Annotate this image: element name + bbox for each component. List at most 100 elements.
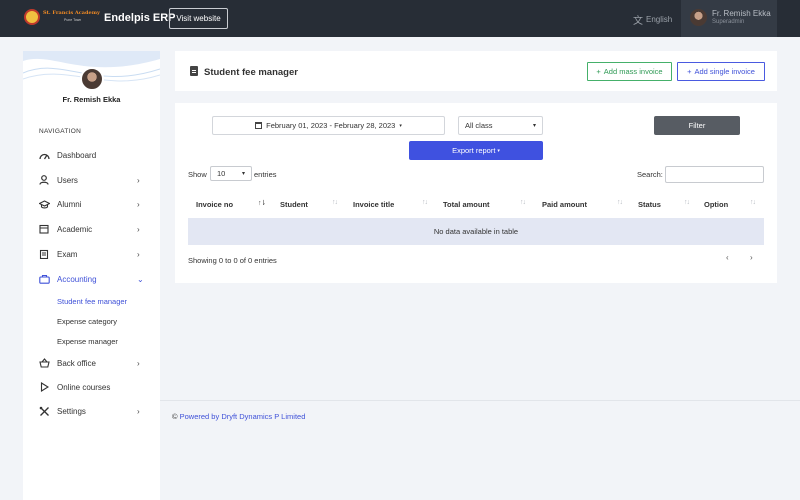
column-header-invoice-title[interactable]: Invoice title bbox=[353, 200, 394, 209]
sidebar-item-dashboard[interactable]: Dashboard bbox=[23, 145, 160, 165]
class-select[interactable]: All class ▾ bbox=[458, 116, 543, 135]
filter-button[interactable]: Filter bbox=[654, 116, 740, 135]
chevron-right-icon: › bbox=[137, 406, 140, 416]
sidebar-item-label: Academic bbox=[57, 224, 93, 234]
top-navbar: St. Francis Academy Pune Town Endelpis E… bbox=[0, 0, 800, 37]
column-header-invoice-no[interactable]: Invoice no bbox=[196, 200, 233, 209]
sort-icon[interactable]: ↑↓ bbox=[520, 199, 526, 206]
column-header-option[interactable]: Option bbox=[704, 200, 728, 209]
button-label: Add single invoice bbox=[694, 67, 755, 76]
column-header-status[interactable]: Status bbox=[638, 200, 661, 209]
chevron-right-icon: › bbox=[137, 224, 140, 234]
caret-down-icon: ▾ bbox=[399, 122, 402, 129]
profile-name: Fr. Remish Ekka bbox=[62, 95, 121, 104]
logo-subtext: Pune Town bbox=[64, 18, 82, 22]
document-icon bbox=[190, 66, 198, 76]
sidebar: Fr. Remish Ekka NAVIGATION Dashboard Use… bbox=[23, 51, 160, 500]
sidebar-subitem-expense-manager[interactable]: Expense manager bbox=[57, 337, 118, 346]
user-menu[interactable]: Fr. Remish Ekka Superadmin bbox=[681, 0, 777, 37]
sidebar-item-label: Exam bbox=[57, 249, 78, 259]
language-selector[interactable]: 文 English bbox=[633, 12, 672, 27]
sidebar-item-label: Accounting bbox=[57, 274, 97, 284]
sidebar-item-settings[interactable]: Settings › bbox=[23, 401, 160, 421]
sidebar-item-users[interactable]: Users › bbox=[23, 170, 160, 190]
calendar-icon bbox=[255, 122, 263, 129]
button-label: Add mass invoice bbox=[603, 67, 663, 76]
app-title: Endelpis ERP bbox=[104, 12, 176, 24]
date-range-value: February 01, 2023 - February 28, 2023 bbox=[266, 121, 396, 130]
sort-icon[interactable]: ↑↓ bbox=[332, 199, 338, 206]
footer: © Powered by Dryft Dynamics P Limited bbox=[172, 412, 305, 421]
table-empty-row: No data available in table bbox=[188, 218, 764, 245]
sort-icon[interactable]: ↑↓ bbox=[750, 199, 756, 206]
chevron-right-icon: › bbox=[137, 199, 140, 209]
add-single-invoice-button[interactable]: + Add single invoice bbox=[677, 62, 765, 81]
column-header-student[interactable]: Student bbox=[280, 200, 308, 209]
visit-website-button[interactable]: Visit website bbox=[169, 8, 228, 29]
footer-divider bbox=[160, 400, 800, 401]
school-seal-icon bbox=[24, 9, 40, 25]
chevron-down-icon: ▾ bbox=[532, 123, 536, 129]
sort-asc-icon[interactable]: ↑⇂ bbox=[258, 199, 266, 207]
language-label: English bbox=[646, 15, 673, 24]
sidebar-item-label: Online courses bbox=[57, 382, 111, 392]
pagination-prev-button[interactable]: ‹ bbox=[726, 253, 729, 262]
date-range-picker[interactable]: February 01, 2023 - February 28, 2023 ▾ bbox=[212, 116, 445, 135]
footer-link[interactable]: Powered by Dryft Dynamics P Limited bbox=[180, 412, 306, 421]
calendar-icon bbox=[38, 223, 50, 235]
chevron-down-icon: ▾ bbox=[241, 171, 245, 177]
sidebar-item-label: Dashboard bbox=[57, 150, 97, 160]
show-label: Show bbox=[188, 170, 207, 179]
sort-icon[interactable]: ↑↓ bbox=[684, 199, 690, 206]
tools-icon bbox=[38, 405, 50, 417]
column-header-total-amount[interactable]: Total amount bbox=[443, 200, 490, 209]
user-name: Fr. Remish Ekka bbox=[712, 9, 771, 18]
invoice-table-card: February 01, 2023 - February 28, 2023 ▾ … bbox=[175, 103, 777, 283]
pagination-next-button[interactable]: › bbox=[750, 253, 753, 262]
sidebar-item-accounting[interactable]: Accounting ⌄ bbox=[23, 269, 160, 289]
entries-select[interactable]: 10 ▾ bbox=[210, 166, 252, 181]
chevron-right-icon: › bbox=[137, 358, 140, 368]
sidebar-subitem-student-fee-manager[interactable]: Student fee manager bbox=[57, 297, 127, 306]
export-report-button[interactable]: Export report ▾ bbox=[409, 141, 543, 160]
sidebar-item-label: Alumni bbox=[57, 199, 82, 209]
chevron-right-icon: › bbox=[137, 249, 140, 259]
sidebar-item-online-courses[interactable]: Online courses bbox=[23, 377, 160, 397]
sidebar-item-exam[interactable]: Exam › bbox=[23, 244, 160, 264]
user-role: Superadmin bbox=[712, 19, 745, 25]
sidebar-item-label: Settings bbox=[57, 406, 86, 416]
class-select-value: All class bbox=[465, 121, 493, 130]
play-icon bbox=[38, 381, 50, 393]
search-input[interactable] bbox=[665, 166, 764, 183]
sidebar-item-academic[interactable]: Academic › bbox=[23, 219, 160, 239]
column-header-paid-amount[interactable]: Paid amount bbox=[542, 200, 587, 209]
entries-select-value: 10 bbox=[217, 169, 226, 178]
profile-avatar[interactable] bbox=[80, 67, 104, 91]
school-logo[interactable]: St. Francis Academy Pune Town bbox=[24, 9, 100, 28]
clipboard-icon bbox=[38, 248, 50, 260]
search-label: Search: bbox=[637, 170, 663, 179]
user-icon bbox=[38, 174, 50, 186]
nav-heading: NAVIGATION bbox=[39, 128, 82, 135]
chevron-down-icon: ⌄ bbox=[137, 274, 144, 284]
entries-label: entries bbox=[254, 170, 277, 179]
add-mass-invoice-button[interactable]: + Add mass invoice bbox=[587, 62, 672, 81]
page-header-card: Student fee manager + Add mass invoice +… bbox=[175, 51, 777, 91]
copyright-symbol: © bbox=[172, 412, 178, 421]
sort-icon[interactable]: ↑↓ bbox=[617, 199, 623, 206]
graduation-cap-icon bbox=[38, 198, 50, 210]
sort-icon[interactable]: ↑↓ bbox=[422, 199, 428, 206]
sidebar-item-alumni[interactable]: Alumni › bbox=[23, 194, 160, 214]
basket-icon bbox=[38, 357, 50, 369]
chevron-right-icon: › bbox=[137, 175, 140, 185]
translate-icon: 文 bbox=[633, 16, 643, 27]
page-title: Student fee manager bbox=[204, 67, 298, 78]
plus-icon: + bbox=[687, 67, 692, 76]
sidebar-subitem-expense-category[interactable]: Expense category bbox=[57, 317, 117, 326]
sidebar-item-back-office[interactable]: Back office › bbox=[23, 353, 160, 373]
logo-text: St. Francis Academy bbox=[43, 10, 100, 16]
speedometer-icon bbox=[38, 149, 50, 161]
avatar bbox=[690, 9, 707, 26]
caret-down-icon: ▾ bbox=[497, 147, 500, 154]
table-header: Invoice no ↑⇂ Student ↑↓ Invoice title ↑… bbox=[188, 193, 764, 217]
